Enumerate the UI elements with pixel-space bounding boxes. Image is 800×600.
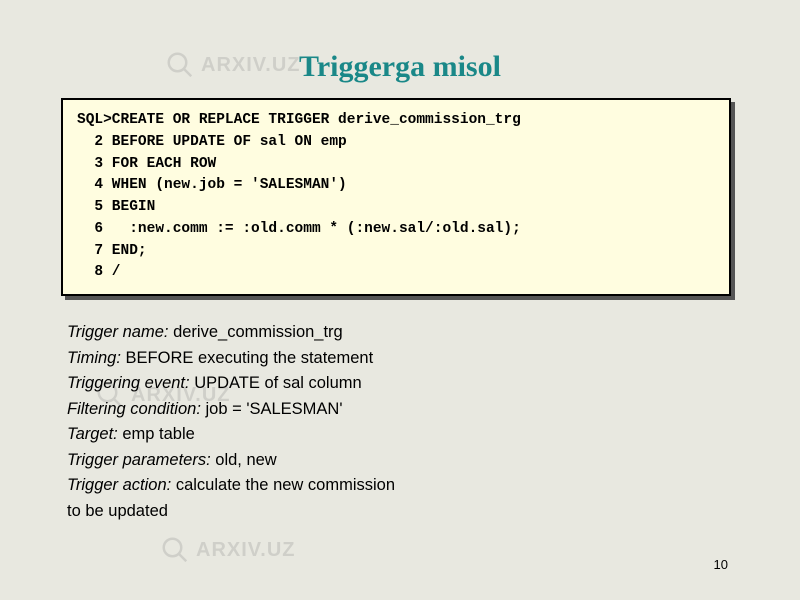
desc-label: Filtering condition: bbox=[67, 400, 201, 418]
desc-row-filtering-condition: Filtering condition: job = 'SALESMAN' bbox=[67, 397, 735, 423]
desc-label: Timing: bbox=[67, 349, 121, 367]
desc-row-timing: Timing: BEFORE executing the statement bbox=[67, 346, 735, 372]
description-block: Trigger name: derive_commission_trg Timi… bbox=[67, 320, 735, 525]
desc-row-target: Target: emp table bbox=[67, 422, 735, 448]
desc-row-trigger-action-cont: to be updated bbox=[67, 499, 735, 525]
code-box-shadow: SQL>CREATE OR REPLACE TRIGGER derive_com… bbox=[65, 102, 735, 300]
code-line: 4 WHEN (new.job = 'SALESMAN') bbox=[77, 177, 347, 193]
desc-row-trigger-action: Trigger action: calculate the new commis… bbox=[67, 473, 735, 499]
desc-label: Trigger parameters: bbox=[67, 451, 211, 469]
desc-value: to be updated bbox=[67, 502, 168, 520]
desc-value: UPDATE of sal column bbox=[194, 374, 362, 392]
page-number: 10 bbox=[714, 557, 728, 572]
desc-row-trigger-parameters: Trigger parameters: old, new bbox=[67, 448, 735, 474]
desc-row-trigger-name: Trigger name: derive_commission_trg bbox=[67, 320, 735, 346]
code-line: 7 END; bbox=[77, 243, 147, 259]
desc-label: Trigger name: bbox=[67, 323, 168, 341]
code-line: 5 BEGIN bbox=[77, 199, 155, 215]
desc-label: Trigger action: bbox=[67, 476, 171, 494]
desc-value: job = 'SALESMAN' bbox=[206, 400, 343, 418]
desc-value: calculate the new commission bbox=[176, 476, 395, 494]
code-line: 6 :new.comm := :old.comm * (:new.sal/:ol… bbox=[77, 221, 521, 237]
desc-value: emp table bbox=[122, 425, 194, 443]
desc-value: BEFORE executing the statement bbox=[126, 349, 374, 367]
desc-label: Target: bbox=[67, 425, 118, 443]
code-line: 3 FOR EACH ROW bbox=[77, 156, 216, 172]
desc-value: derive_commission_trg bbox=[173, 323, 343, 341]
slide-content: Triggerga misol SQL>CREATE OR REPLACE TR… bbox=[0, 0, 800, 600]
code-line: 8 / bbox=[77, 264, 121, 280]
code-box: SQL>CREATE OR REPLACE TRIGGER derive_com… bbox=[61, 98, 731, 296]
slide-title: Triggerga misol bbox=[65, 50, 735, 84]
desc-label: Triggering event: bbox=[67, 374, 190, 392]
desc-value: old, new bbox=[215, 451, 276, 469]
code-line: SQL>CREATE OR REPLACE TRIGGER derive_com… bbox=[77, 112, 521, 128]
desc-row-triggering-event: Triggering event: UPDATE of sal column bbox=[67, 371, 735, 397]
code-line: 2 BEFORE UPDATE OF sal ON emp bbox=[77, 134, 347, 150]
